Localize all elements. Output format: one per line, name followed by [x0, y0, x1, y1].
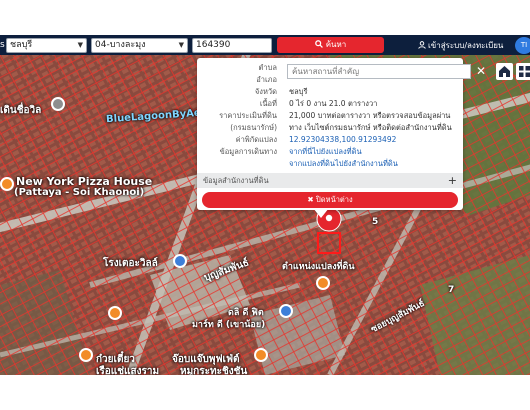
parcel-info-row: จากแปลงที่ดินไปยังสำนักงานที่ดิน [197, 158, 463, 169]
search-button-label: ค้นหา [325, 40, 347, 49]
landmark-search-input[interactable]: ค้นหาสถานที่สำคัญ [287, 64, 471, 79]
parcel-info-label: (กรมธนารักษ์) [230, 123, 277, 132]
province-prefix: s [0, 40, 5, 50]
plus-icon: + [447, 174, 457, 187]
parcel-info-row: (กรมธนารักษ์) ทาง เว็บไซต์กรมธนารักษ์ หรื… [197, 122, 463, 133]
user-icon [418, 41, 426, 49]
parcel-info-link[interactable]: 12.92304338,100.91293492 [289, 134, 396, 145]
poi-icon[interactable] [173, 254, 187, 268]
parcel-info-row: เนื้อที่ 0 ไร่ 0 งาน 21.0 ตารางวา [197, 98, 463, 109]
parcel-info-label: จังหวัด [254, 87, 277, 96]
land-office-info-label: ข้อมูลสำนักงานที่ดิน [203, 176, 269, 185]
popup-pointer [313, 208, 329, 218]
grid-icon [519, 66, 530, 77]
chevron-down-icon: ▼ [178, 41, 184, 49]
parcel-info-link[interactable]: จากที่นี่ไปยังแปลงที่ดิน [289, 146, 362, 157]
parcel-number-value: 164390 [196, 40, 231, 50]
map-label: (Pattaya - Soi Khaonoi) [14, 187, 145, 198]
login-link[interactable]: เข้าสู่ระบบ/ลงทะเบียน [418, 38, 503, 53]
map-label: ตำแหน่งแปลงที่ดิน [282, 262, 355, 272]
chevron-down-icon: ▼ [77, 41, 83, 49]
layers-button[interactable] [516, 63, 530, 80]
parcel-info-label: อำเภอ [256, 75, 277, 84]
district-select[interactable]: 04-บางละมุง ▼ [91, 38, 188, 53]
poi-icon[interactable] [316, 276, 330, 290]
parcel-info-row: จังหวัด ชลบุรี [197, 86, 463, 97]
poi-icon[interactable] [0, 177, 14, 191]
parcel-info-row: ค่าพิกัดแปลง 12.92304338,100.91293492 [197, 134, 463, 145]
poi-icon[interactable] [254, 348, 268, 362]
close-icon[interactable]: ✕ [474, 63, 488, 79]
home-button[interactable] [496, 63, 513, 80]
bottom-area [0, 375, 530, 410]
poi-icon[interactable] [79, 348, 93, 362]
map-label: เรือแช่แสงราม [96, 366, 160, 375]
poi-icon[interactable] [51, 97, 65, 111]
parcel-info-row: ข้อมูลการเดินทาง จากที่นี่ไปยังแปลงที่ดิน [197, 146, 463, 157]
map-label: หมูกระทะชิงชัน [180, 366, 248, 375]
top-bar: s ชลบุรี ▼ 04-บางละมุง ▼ 164390 ค้นหา เข… [0, 35, 530, 55]
avatar[interactable]: TI [515, 37, 530, 54]
map-label: เดินชื่อวิล [0, 105, 42, 116]
parcel-info-value: 21,000 บาทต่อตารางวา หรือตรวจสอบข้อมูลผ่… [289, 111, 451, 120]
login-label: เข้าสู่ระบบ/ลงทะเบียน [428, 41, 504, 50]
screen: s ชลบุรี ▼ 04-บางละมุง ▼ 164390 ค้นหา เข… [0, 0, 530, 410]
parcel-info-label: ข้อมูลการเดินทาง [219, 147, 277, 156]
parcel-info-row: ราคาประเมินที่ดิน 21,000 บาทต่อตารางวา หร… [197, 110, 463, 121]
map-label: โรงเตอะวิลล์ [103, 258, 158, 269]
map-label: 5 [372, 217, 379, 227]
province-value: ชลบุรี [10, 40, 33, 50]
parcel-info-value: 0 ไร่ 0 งาน 21.0 ตารางวา [289, 99, 378, 108]
parcel-info-value: ทาง เว็บไซต์กรมธนารักษ์ หรือติดต่อสำนักง… [289, 123, 452, 132]
poi-icon[interactable] [279, 304, 293, 318]
parcel-info-link[interactable]: จากแปลงที่ดินไปยังสำนักงานที่ดิน [289, 158, 398, 169]
home-icon [499, 66, 510, 77]
parcel-info-label: ตำบล [258, 63, 277, 72]
land-office-info-toggle[interactable]: ข้อมูลสำนักงานที่ดิน + [197, 173, 463, 188]
district-value: 04-บางละมุง [95, 40, 146, 50]
parcel-info-value: ชลบุรี [289, 87, 308, 96]
parcel-info-popup: ตำบลอำเภอจังหวัด ชลบุรีเนื้อที่ 0 ไร่ 0 งา… [197, 58, 463, 210]
parcel-info-label: ราคาประเมินที่ดิน [219, 111, 277, 120]
parcel-number-input[interactable]: 164390 [192, 38, 272, 53]
parcel-info-label: เนื้อที่ [259, 99, 277, 108]
poi-icon[interactable] [108, 306, 122, 320]
parcel-info-label: ค่าพิกัดแปลง [235, 135, 277, 144]
search-icon [314, 40, 323, 48]
search-button[interactable]: ค้นหา [277, 37, 384, 53]
province-select[interactable]: ชลบุรี ▼ [6, 38, 87, 53]
close-window-button[interactable]: ✖ ปิดหน้าต่าง [202, 192, 458, 208]
map-label: 7 [448, 285, 455, 295]
map-label: มาร์ท ดี (เขาน้อย) [192, 320, 266, 330]
